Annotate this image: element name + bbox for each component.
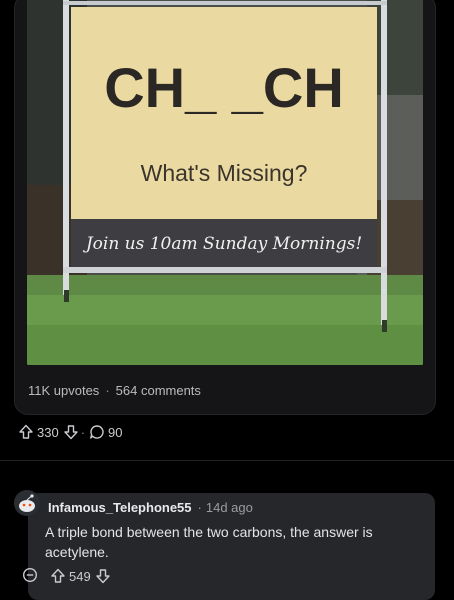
comment-author[interactable]: Infamous_Telephone55 (48, 500, 192, 515)
speech-bubble-icon[interactable] (89, 424, 105, 440)
arrow-down-icon[interactable] (63, 424, 79, 440)
action-separator: · (80, 424, 86, 440)
comment-arrow-up-icon[interactable] (50, 568, 66, 584)
post-image[interactable]: CH_ _CH What's Missing? Join us 10am Sun… (27, 0, 423, 365)
divider (0, 460, 454, 461)
avatar[interactable] (14, 490, 40, 516)
score: 330 (37, 424, 59, 440)
comment-actions: 549 (50, 567, 111, 585)
sign-question: What's Missing? (141, 160, 308, 186)
comment-count: 564 comments (115, 383, 201, 398)
arrow-up-icon[interactable] (18, 424, 34, 440)
comment-meta: Infamous_Telephone55 · 14d ago (48, 500, 253, 515)
comment-arrow-down-icon[interactable] (95, 568, 111, 584)
sign-headline: CH_ _CH (104, 56, 344, 119)
minus-circle-icon[interactable] (22, 567, 38, 583)
post-actions: 330 · 90 (18, 422, 127, 442)
reply-count: 90 (108, 424, 123, 440)
comment-card[interactable]: Infamous_Telephone55 · 14d ago A triple bo… (22, 493, 435, 600)
comment-score: 549 (69, 568, 91, 584)
stat-separator: · (105, 383, 110, 398)
upvote-count: 11K upvotes (28, 383, 100, 398)
post-card[interactable]: CH_ _CH What's Missing? Join us 10am Sun… (14, 0, 436, 415)
comment-separator: · (197, 500, 202, 515)
sign-banner: Join us 10am Sunday Mornings! (83, 234, 362, 254)
comment-body: A triple bond between the two carbons, t… (45, 524, 373, 560)
comment-time: 14d ago (205, 500, 253, 515)
post-stats: 11K upvotes · 564 comments (28, 383, 201, 398)
